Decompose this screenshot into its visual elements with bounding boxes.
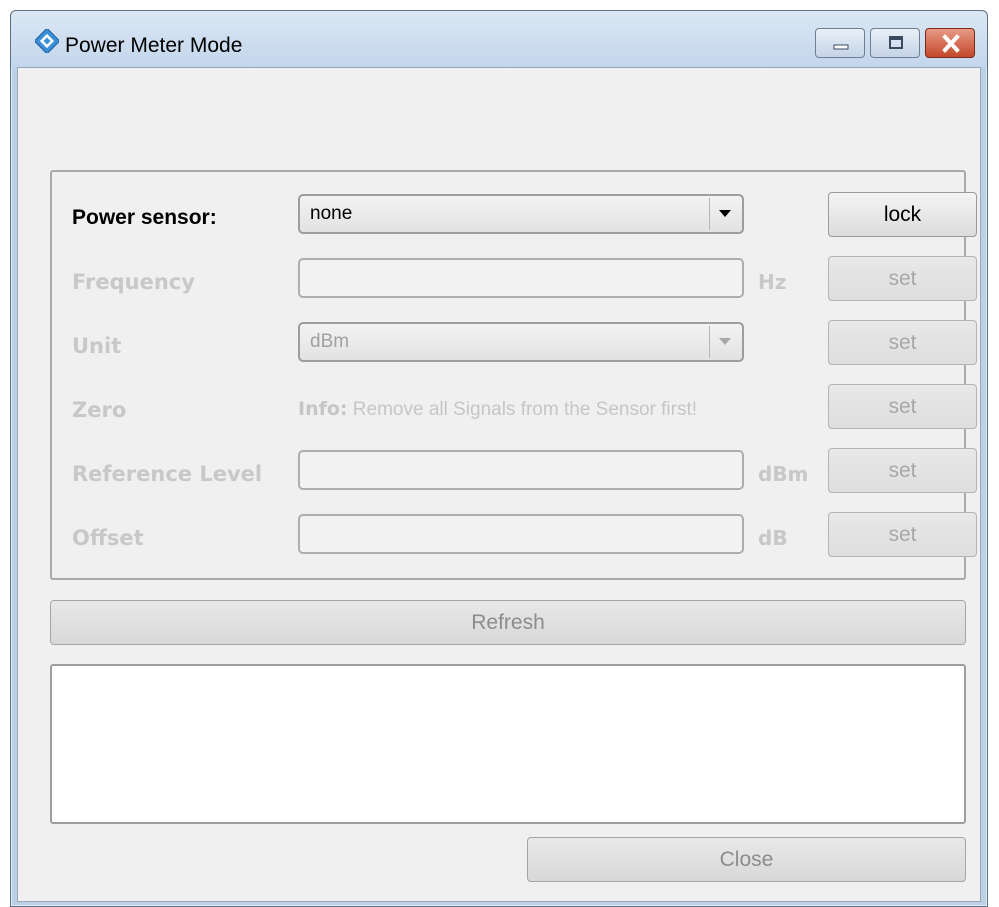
window-title: Power Meter Mode bbox=[65, 34, 243, 57]
dropdown-arrow[interactable] bbox=[709, 198, 740, 230]
unit-set-button[interactable]: set bbox=[828, 320, 977, 365]
output-log-area[interactable] bbox=[50, 664, 966, 824]
lock-button[interactable]: lock bbox=[828, 192, 977, 237]
power-meter-window: Power Meter Mode Power sensor: none lock… bbox=[10, 10, 988, 907]
zero-info-text: Info: Remove all Signals from the Sensor… bbox=[298, 398, 697, 421]
close-icon bbox=[942, 34, 960, 53]
unit-label: Unit bbox=[72, 334, 122, 358]
power-sensor-dropdown[interactable]: none bbox=[298, 194, 744, 234]
chevron-down-icon bbox=[719, 338, 731, 345]
power-sensor-label: Power sensor: bbox=[72, 206, 217, 229]
power-sensor-value: none bbox=[310, 203, 353, 224]
chevron-down-icon bbox=[719, 210, 731, 217]
rohde-schwarz-logo-icon bbox=[35, 29, 59, 53]
zero-set-button[interactable]: set bbox=[828, 384, 977, 429]
maximize-button[interactable] bbox=[870, 28, 920, 58]
minimize-icon bbox=[833, 44, 849, 50]
zero-label: Zero bbox=[72, 398, 127, 422]
maximize-icon bbox=[889, 36, 903, 49]
reference-level-unit: dBm bbox=[758, 462, 809, 486]
close-window-button[interactable] bbox=[925, 28, 975, 58]
offset-unit: dB bbox=[758, 526, 788, 550]
close-button[interactable]: Close bbox=[527, 837, 966, 882]
offset-label: Offset bbox=[72, 526, 144, 550]
frequency-field[interactable] bbox=[298, 258, 744, 298]
title-bar[interactable]: Power Meter Mode bbox=[11, 11, 987, 67]
sensor-settings-group: Power sensor: none lock Frequency Hz set… bbox=[50, 170, 977, 580]
dropdown-arrow[interactable] bbox=[709, 326, 740, 358]
refresh-button[interactable]: Refresh bbox=[50, 600, 966, 645]
frequency-unit: Hz bbox=[758, 270, 787, 294]
reference-level-field[interactable] bbox=[298, 450, 744, 490]
reference-level-label: Reference Level bbox=[72, 462, 263, 486]
unit-dropdown[interactable]: dBm bbox=[298, 322, 744, 362]
frequency-set-button[interactable]: set bbox=[828, 256, 977, 301]
offset-set-button[interactable]: set bbox=[828, 512, 977, 557]
info-message: Remove all Signals from the Sensor first… bbox=[347, 399, 698, 420]
window-client-area: Power sensor: none lock Frequency Hz set… bbox=[17, 67, 981, 902]
minimize-button[interactable] bbox=[815, 28, 865, 58]
info-prefix: Info: bbox=[298, 398, 348, 420]
reference-level-set-button[interactable]: set bbox=[828, 448, 977, 493]
offset-field[interactable] bbox=[298, 514, 744, 554]
frequency-label: Frequency bbox=[72, 270, 195, 294]
unit-value: dBm bbox=[310, 331, 350, 352]
